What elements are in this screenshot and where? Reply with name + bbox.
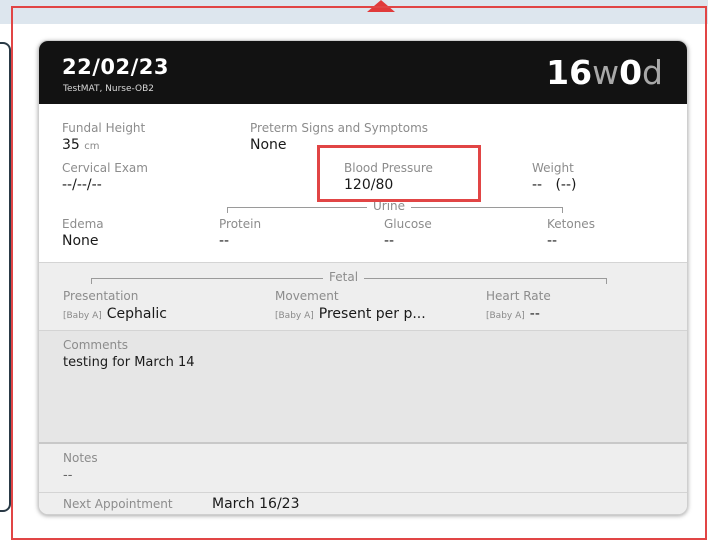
cervical-exam-label: Cervical Exam	[62, 161, 148, 175]
movement-value: [Baby A] Present per p...	[275, 306, 426, 322]
notes-value: --	[63, 468, 73, 483]
visit-date: 22/02/23	[62, 55, 170, 79]
ga-weeks: 16	[546, 53, 593, 92]
weight-number: --	[532, 177, 543, 193]
preterm-label: Preterm Signs and Symptoms	[250, 121, 429, 135]
left-panel	[0, 42, 11, 512]
ga-weeks-unit: w	[592, 53, 620, 92]
protein-value: --	[219, 233, 230, 249]
comments-value: testing for March 14	[63, 355, 195, 370]
comments-label: Comments	[63, 338, 129, 352]
blood-pressure-highlight	[317, 145, 481, 202]
weight-label: Weight	[532, 161, 574, 175]
fundal-height-number: 35	[62, 137, 80, 153]
provider-name: TestMAT, Nurse-OB2	[63, 84, 155, 94]
gestational-age: 16w0d	[546, 53, 663, 92]
cervical-exam-value: --/--/--	[62, 177, 102, 193]
heart-rate-text: --	[529, 306, 540, 322]
comments-section: Comments testing for March 14	[39, 330, 687, 442]
weight-value: -- (--)	[532, 177, 577, 193]
baby-tag: [Baby A]	[275, 311, 314, 321]
edema-label: Edema	[62, 217, 104, 231]
visit-header: 22/02/23 TestMAT, Nurse-OB2 16w0d	[39, 41, 687, 104]
weight-change: (--)	[555, 177, 577, 193]
visit-card[interactable]: 22/02/23 TestMAT, Nurse-OB2 16w0d Fundal…	[38, 40, 688, 515]
fetal-label: Fetal	[323, 270, 365, 284]
next-appointment-label: Next Appointment	[63, 497, 173, 511]
baby-tag: [Baby A]	[486, 311, 525, 321]
movement-label: Movement	[275, 289, 339, 303]
baby-tag: [Baby A]	[63, 311, 102, 321]
ga-days: 0	[619, 53, 643, 92]
presentation-text: Cephalic	[106, 306, 167, 322]
heart-rate-label: Heart Rate	[486, 289, 551, 303]
movement-text: Present per p...	[318, 306, 426, 322]
notes-label: Notes	[63, 451, 98, 465]
ga-days-unit: d	[642, 53, 663, 92]
edema-value: None	[62, 233, 99, 249]
presentation-value: [Baby A] Cephalic	[63, 306, 167, 322]
glucose-value: --	[384, 233, 395, 249]
fetal-section: Fetal Presentation [Baby A] Cephalic Move…	[39, 262, 687, 330]
ketones-value: --	[547, 233, 558, 249]
ketones-label: Ketones	[547, 217, 595, 231]
next-appointment-value: March 16/23	[212, 496, 300, 512]
preterm-value: None	[250, 137, 287, 153]
heart-rate-value: [Baby A] --	[486, 306, 540, 322]
fundal-height-label: Fundal Height	[62, 121, 146, 135]
presentation-label: Presentation	[63, 289, 139, 303]
notes-section: Notes --	[39, 442, 687, 492]
protein-label: Protein	[219, 217, 262, 231]
glucose-label: Glucose	[384, 217, 432, 231]
next-appointment-section: Next Appointment March 16/23	[39, 492, 687, 514]
fundal-height-value: 35 cm	[62, 137, 100, 153]
fundal-height-unit: cm	[84, 141, 100, 152]
